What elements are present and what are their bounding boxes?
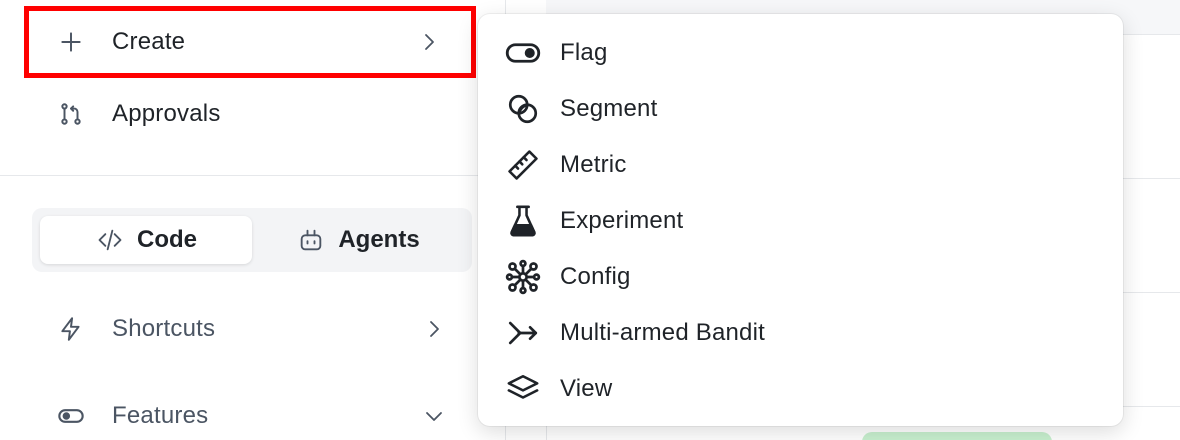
- toggle-icon: [56, 401, 86, 431]
- menu-item-label: Config: [560, 263, 631, 290]
- bandit-icon: [505, 315, 541, 351]
- menu-item-multi-armed-bandit[interactable]: Multi-armed Bandit: [478, 305, 1123, 361]
- mode-switcher: Code Agents: [32, 208, 472, 272]
- menu-item-flag[interactable]: Flag: [478, 25, 1123, 81]
- toggle-icon: [505, 35, 541, 71]
- tab-code[interactable]: Code: [40, 216, 252, 264]
- lightning-icon: [56, 314, 86, 344]
- menu-item-label: Segment: [560, 95, 658, 122]
- git-pull-request-icon: [56, 99, 86, 129]
- ruler-icon: [505, 147, 541, 183]
- config-icon: [505, 259, 541, 295]
- layers-icon: [505, 371, 541, 407]
- bot-icon: [296, 225, 326, 255]
- menu-item-label: View: [560, 375, 613, 402]
- menu-item-label: Flag: [560, 39, 608, 66]
- sidebar-item-label: Features: [112, 402, 209, 429]
- tab-agents[interactable]: Agents: [252, 216, 464, 264]
- menu-item-label: Multi-armed Bandit: [560, 319, 766, 346]
- tab-label: Agents: [338, 226, 420, 253]
- sidebar-item-label: Create: [112, 28, 186, 55]
- status-badge: [862, 432, 1052, 440]
- plus-icon: [56, 27, 86, 57]
- sidebar-item-label: Shortcuts: [112, 315, 216, 342]
- chevron-right-icon: [420, 315, 448, 343]
- tab-label: Code: [137, 226, 197, 253]
- app-window: Create Approvals Code Agents Shortcuts F…: [0, 0, 1180, 440]
- flask-icon: [505, 203, 541, 239]
- menu-item-segment[interactable]: Segment: [478, 81, 1123, 137]
- sidebar-item-label: Approvals: [112, 100, 221, 127]
- sidebar: Create Approvals Code Agents Shortcuts F…: [0, 0, 506, 440]
- menu-item-view[interactable]: View: [478, 361, 1123, 417]
- segment-icon: [505, 91, 541, 127]
- chevron-right-icon: [415, 28, 443, 56]
- chevron-down-icon: [420, 402, 448, 430]
- menu-item-label: Metric: [560, 151, 627, 178]
- sidebar-item-create[interactable]: Create: [24, 6, 476, 78]
- create-menu: Flag Segment Metric Experiment Config Mu…: [478, 14, 1123, 426]
- sidebar-item-features[interactable]: Features: [24, 380, 476, 440]
- sidebar-divider: [0, 175, 505, 176]
- menu-item-config[interactable]: Config: [478, 249, 1123, 305]
- sidebar-item-shortcuts[interactable]: Shortcuts: [24, 293, 476, 365]
- menu-item-experiment[interactable]: Experiment: [478, 193, 1123, 249]
- sidebar-item-approvals[interactable]: Approvals: [24, 78, 476, 150]
- code-icon: [95, 225, 125, 255]
- menu-item-label: Experiment: [560, 207, 684, 234]
- menu-item-metric[interactable]: Metric: [478, 137, 1123, 193]
